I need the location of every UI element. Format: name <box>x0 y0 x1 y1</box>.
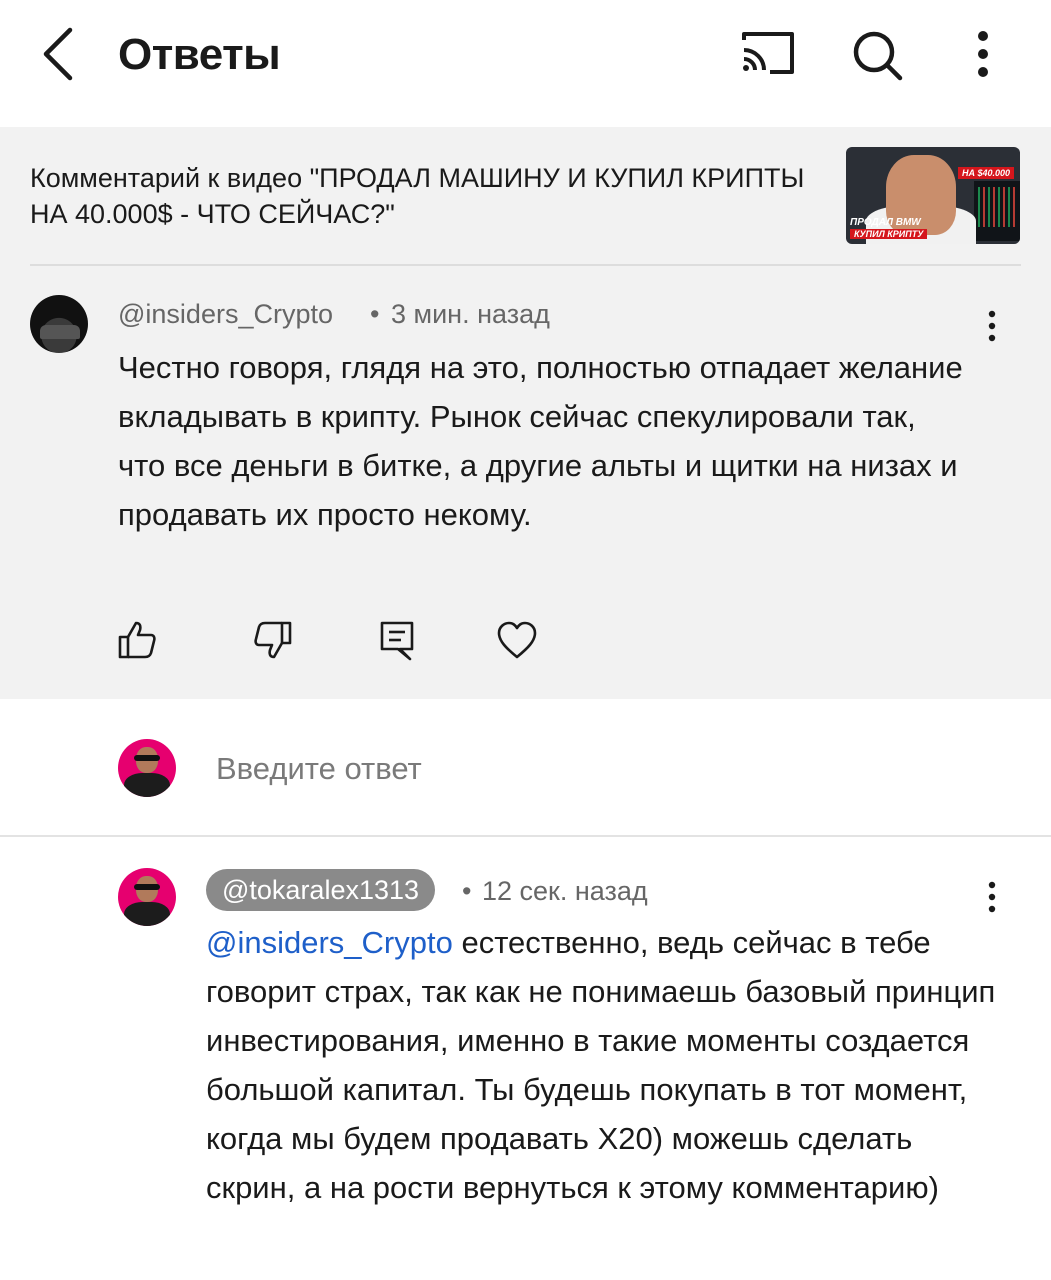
video-title-link[interactable]: Комментарий к видео "ПРОДАЛ МАШИНУ И КУП… <box>30 160 820 232</box>
cast-icon[interactable] <box>740 28 796 80</box>
divider <box>30 264 1021 266</box>
comment-text: Честно говоря, глядя на это, полностью о… <box>118 350 963 532</box>
thumbnail-caption-1: ПРОДАЛ BMW <box>850 217 921 228</box>
heart-icon[interactable] <box>496 619 538 661</box>
reply-input[interactable]: Введите ответ <box>216 751 422 787</box>
comment-more-icon[interactable] <box>980 309 1004 343</box>
reply-body: естественно, ведь сейчас в тебе говорит … <box>206 925 996 1205</box>
reply-icon[interactable] <box>376 619 418 661</box>
top-app-bar: Ответы <box>0 0 1051 127</box>
avatar <box>118 739 176 797</box>
comment-author[interactable]: @insiders_Crypto <box>118 299 333 330</box>
reply-text: @insiders_Crypto естественно, ведь сейча… <box>206 918 1006 1212</box>
more-vert-icon[interactable] <box>964 28 1002 80</box>
video-thumbnail[interactable]: НА $40.000 ПРОДАЛ BMW КУПИЛ КРИПТУ <box>846 147 1020 244</box>
search-icon[interactable] <box>850 28 904 82</box>
reply-timestamp: 12 сек. назад <box>482 876 648 906</box>
back-arrow-icon[interactable] <box>38 26 88 82</box>
like-icon[interactable] <box>116 619 158 661</box>
page-title: Ответы <box>118 30 281 79</box>
reply-more-icon[interactable] <box>980 880 1004 914</box>
avatar[interactable] <box>30 295 88 353</box>
meta-separator: • <box>370 299 380 329</box>
reply-compose-row: Введите ответ <box>0 699 1051 836</box>
avatar[interactable] <box>118 868 176 926</box>
divider <box>0 835 1051 837</box>
mention-link[interactable]: @insiders_Crypto <box>206 925 453 960</box>
parent-comment-section: Комментарий к видео "ПРОДАЛ МАШИНУ И КУП… <box>0 127 1051 699</box>
meta-separator: • <box>462 876 472 906</box>
thumbnail-tag-top: НА $40.000 <box>957 167 1014 179</box>
thumbnail-chart <box>978 187 1016 227</box>
thumbnail-caption-2: КУПИЛ КРИПТУ <box>850 229 928 239</box>
dislike-icon[interactable] <box>252 619 294 661</box>
reply-author-chip[interactable]: @tokaralex1313 <box>206 869 436 911</box>
comment-timestamp: 3 мин. назад <box>391 299 550 329</box>
